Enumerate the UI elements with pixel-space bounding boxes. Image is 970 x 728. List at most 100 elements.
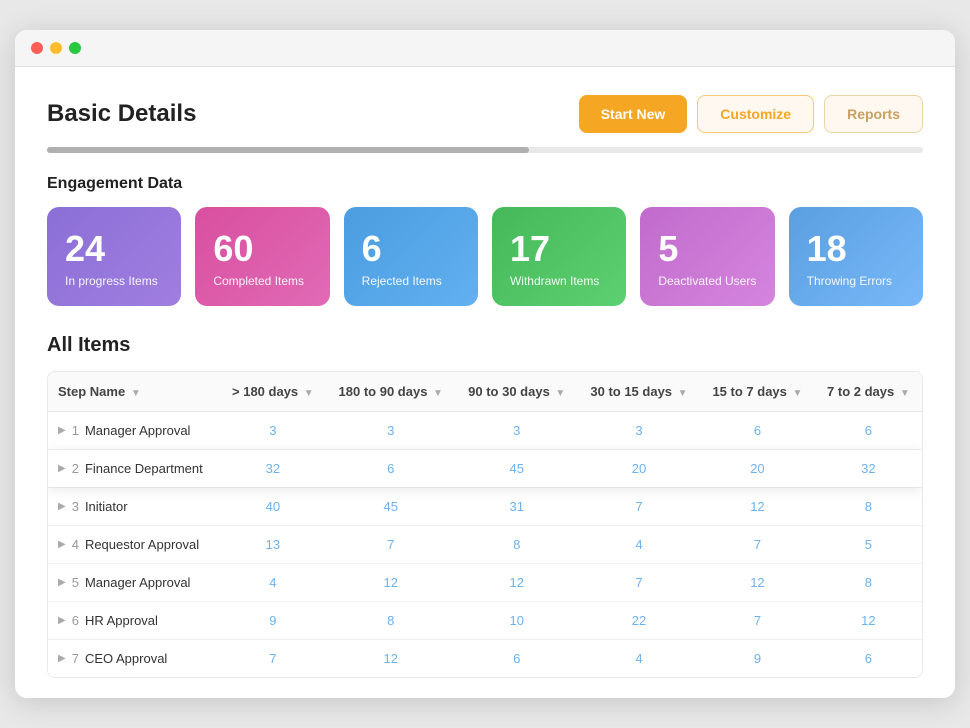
table-row: ▶ 1 Manager Approval 3 3 3 3 6 6: [48, 412, 922, 450]
val-30-15: 7: [578, 488, 700, 526]
val-90-30: 10: [456, 602, 578, 640]
expand-icon[interactable]: ▶: [58, 615, 66, 626]
val-15-7: 20: [700, 450, 815, 488]
card-in-progress[interactable]: 24 In progress Items: [47, 207, 181, 307]
card-throwing-errors-number: 18: [807, 229, 905, 269]
val-7-2: 32: [815, 450, 922, 488]
expand-icon[interactable]: ▶: [58, 463, 66, 474]
step-name-text: Manager Approval: [85, 575, 191, 590]
progress-bar-wrap: [47, 147, 923, 153]
start-new-button[interactable]: Start New: [579, 95, 688, 133]
expand-icon[interactable]: ▶: [58, 501, 66, 512]
step-name-cell: ▶ 6 HR Approval: [48, 602, 220, 640]
expand-icon[interactable]: ▶: [58, 539, 66, 550]
table-row: ▶ 3 Initiator 40 45 31 7 12 8: [48, 488, 922, 526]
step-name-text: Manager Approval: [85, 423, 191, 438]
table-row: ▶ 4 Requestor Approval 13 7 8 4 7 5: [48, 526, 922, 564]
close-dot[interactable]: [31, 42, 43, 54]
page-title: Basic Details: [47, 100, 196, 128]
30-15-sort-icon: ▼: [678, 388, 688, 399]
val-15-7: 7: [700, 602, 815, 640]
col-90-30[interactable]: 90 to 30 days ▼: [456, 372, 578, 412]
val-30-15: 22: [578, 602, 700, 640]
val-180-90: 45: [326, 488, 456, 526]
val-180-90: 3: [326, 412, 456, 450]
card-throwing-errors[interactable]: 18 Throwing Errors: [789, 207, 923, 307]
val-90-30: 12: [456, 564, 578, 602]
val-180-90: 7: [326, 526, 456, 564]
card-completed-number: 60: [213, 229, 311, 269]
val-180plus: 13: [220, 526, 326, 564]
content-area: Basic Details Start New Customize Report…: [15, 67, 955, 699]
step-name-cell: ▶ 7 CEO Approval: [48, 640, 220, 678]
row-number: 4: [72, 537, 79, 552]
val-7-2: 5: [815, 526, 922, 564]
card-in-progress-label: In progress Items: [65, 274, 163, 288]
val-15-7: 9: [700, 640, 815, 678]
step-name-text: Requestor Approval: [85, 537, 199, 552]
card-deactivated[interactable]: 5 Deactivated Users: [640, 207, 774, 307]
val-15-7: 12: [700, 488, 815, 526]
card-deactivated-label: Deactivated Users: [658, 274, 756, 288]
col-30-15[interactable]: 30 to 15 days ▼: [578, 372, 700, 412]
row-number: 3: [72, 499, 79, 514]
engagement-section-title: Engagement Data: [47, 175, 923, 193]
val-180plus: 40: [220, 488, 326, 526]
val-180-90: 8: [326, 602, 456, 640]
val-90-30: 31: [456, 488, 578, 526]
val-180plus: 9: [220, 602, 326, 640]
col-180plus[interactable]: > 180 days ▼: [220, 372, 326, 412]
table-row: ▶ 2 Finance Department 32 6 45 20 20 32: [48, 450, 922, 488]
table-row: ▶ 5 Manager Approval 4 12 12 7 12 8: [48, 564, 922, 602]
row-number: 7: [72, 651, 79, 666]
val-15-7: 6: [700, 412, 815, 450]
step-name-cell: ▶ 4 Requestor Approval: [48, 526, 220, 564]
180-90-sort-icon: ▼: [433, 388, 443, 399]
col-15-7[interactable]: 15 to 7 days ▼: [700, 372, 815, 412]
minimize-dot[interactable]: [50, 42, 62, 54]
expand-icon[interactable]: ▶: [58, 425, 66, 436]
val-180plus: 32: [220, 450, 326, 488]
header-buttons: Start New Customize Reports: [579, 95, 923, 133]
col-180-90[interactable]: 180 to 90 days ▼: [326, 372, 456, 412]
expand-icon[interactable]: ▶: [58, 653, 66, 664]
val-15-7: 7: [700, 526, 815, 564]
15-7-sort-icon: ▼: [793, 388, 803, 399]
card-withdrawn[interactable]: 17 Withdrawn Items: [492, 207, 626, 307]
engagement-cards: 24 In progress Items 60 Completed Items …: [47, 207, 923, 307]
step-name-text: CEO Approval: [85, 651, 167, 666]
val-7-2: 6: [815, 412, 922, 450]
val-90-30: 8: [456, 526, 578, 564]
180plus-sort-icon: ▼: [304, 388, 314, 399]
titlebar: [15, 30, 955, 67]
val-30-15: 3: [578, 412, 700, 450]
val-180-90: 12: [326, 640, 456, 678]
expand-icon[interactable]: ▶: [58, 577, 66, 588]
val-15-7: 12: [700, 564, 815, 602]
col-step-name[interactable]: Step Name ▼: [48, 372, 220, 412]
row-number: 6: [72, 613, 79, 628]
table-header-row: Step Name ▼ > 180 days ▼ 180 to 90 days …: [48, 372, 922, 412]
card-rejected[interactable]: 6 Rejected Items: [344, 207, 478, 307]
val-180plus: 4: [220, 564, 326, 602]
items-table-wrap: Step Name ▼ > 180 days ▼ 180 to 90 days …: [47, 371, 923, 678]
main-window: Basic Details Start New Customize Report…: [15, 30, 955, 699]
reports-button[interactable]: Reports: [824, 95, 923, 133]
step-name-text: HR Approval: [85, 613, 158, 628]
card-withdrawn-label: Withdrawn Items: [510, 274, 608, 288]
maximize-dot[interactable]: [69, 42, 81, 54]
card-deactivated-number: 5: [658, 229, 756, 269]
card-throwing-errors-label: Throwing Errors: [807, 274, 905, 288]
col-7-2[interactable]: 7 to 2 days ▼: [815, 372, 922, 412]
card-rejected-label: Rejected Items: [362, 274, 460, 288]
table-row: ▶ 7 CEO Approval 7 12 6 4 9 6: [48, 640, 922, 678]
row-number: 2: [72, 461, 79, 476]
step-name-sort-icon: ▼: [131, 388, 141, 399]
val-180-90: 6: [326, 450, 456, 488]
val-7-2: 6: [815, 640, 922, 678]
card-completed[interactable]: 60 Completed Items: [195, 207, 329, 307]
val-7-2: 8: [815, 564, 922, 602]
val-30-15: 7: [578, 564, 700, 602]
customize-button[interactable]: Customize: [697, 95, 814, 133]
val-180plus: 3: [220, 412, 326, 450]
